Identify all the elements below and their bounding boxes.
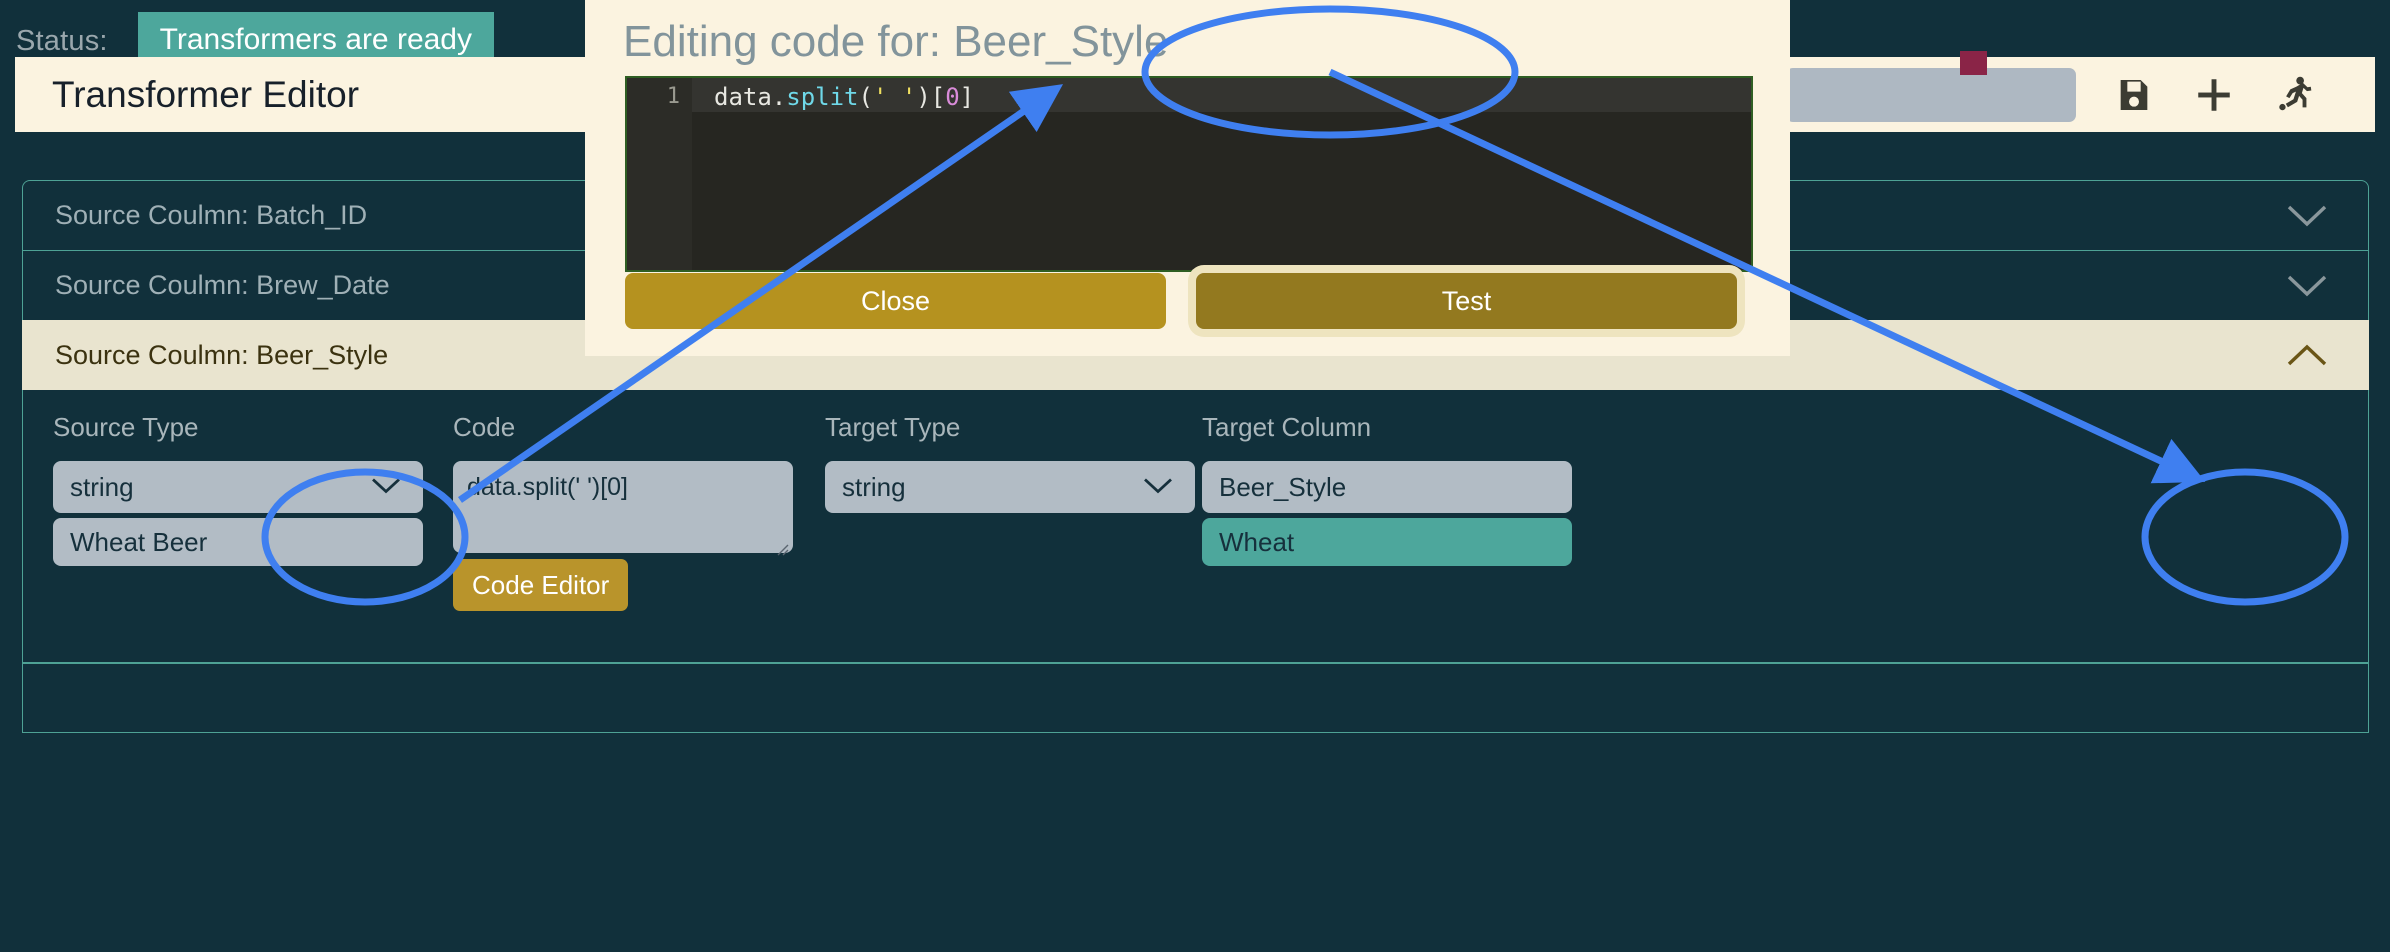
code-token-dot: . [772, 83, 786, 111]
target-column-input[interactable]: Beer_Style [1202, 461, 1572, 513]
close-button[interactable]: Close [625, 273, 1166, 329]
chevron-down-icon [371, 472, 401, 503]
page-title: Transformer Editor [52, 74, 359, 116]
toolbar [1786, 68, 2375, 122]
transformer-name-input[interactable] [1786, 68, 2076, 122]
code-textarea[interactable]: data.split(' ')[0] [453, 461, 793, 553]
chevron-down-icon[interactable] [2286, 203, 2328, 229]
code-column: Code data.split(' ')[0] Code Editor [423, 412, 795, 662]
code-token-index: 0 [945, 83, 959, 111]
source-sample-value: Wheat Beer [53, 518, 423, 566]
accordion-row-label: Source Coulmn: Batch_ID [55, 200, 367, 231]
source-type-column: Source Type string Wheat Beer [23, 412, 423, 662]
code-value: data.split(' ')[0] [467, 473, 628, 501]
target-result-value: Wheat [1202, 518, 1572, 566]
ace-code-editor[interactable]: 1 data.split(' ')[0] [625, 76, 1753, 272]
code-token-function: split [786, 83, 858, 111]
code-token-paren-open: ( [859, 83, 873, 111]
source-type-select[interactable]: string [53, 461, 423, 513]
test-button[interactable]: Test [1196, 273, 1737, 329]
code-token-string: ' ' [873, 83, 916, 111]
target-type-value: string [842, 472, 906, 503]
target-type-label: Target Type [825, 412, 1172, 443]
target-column-column: Target Column Beer_Style Wheat [1172, 412, 1552, 662]
target-column-value: Beer_Style [1219, 472, 1346, 503]
code-editor-button[interactable]: Code Editor [453, 559, 628, 611]
run-icon[interactable] [2268, 69, 2320, 121]
accordion-panel-beer-style: Source Type string Wheat Beer Code data.… [22, 390, 2369, 663]
accordion-row-next[interactable] [22, 663, 2369, 733]
accordion-row-label: Source Coulmn: Beer_Style [55, 340, 388, 371]
editor-code-line: data.split(' ')[0] [714, 83, 974, 111]
code-editor-modal: Editing code for: Beer_Style 1 data.spli… [585, 0, 1790, 356]
code-token-object: data [714, 83, 772, 111]
chevron-down-icon[interactable] [2286, 273, 2328, 299]
code-token-paren-close: ) [916, 83, 930, 111]
line-number: 1 [627, 78, 692, 109]
accordion-row-label: Source Coulmn: Brew_Date [55, 270, 390, 301]
plus-icon[interactable] [2188, 69, 2240, 121]
chevron-up-icon[interactable] [2286, 343, 2328, 369]
code-token-bracket-close: ] [960, 83, 974, 111]
status-badge [1960, 51, 1987, 75]
save-icon[interactable] [2108, 69, 2160, 121]
source-type-value: string [70, 472, 134, 503]
chevron-down-icon [1143, 472, 1173, 503]
app-root: Status: Transformers are ready Transform… [0, 0, 2390, 952]
modal-title: Editing code for: Beer_Style [623, 17, 1168, 67]
status-label: Status: [16, 25, 108, 58]
source-type-label: Source Type [53, 412, 423, 443]
editor-gutter: 1 [627, 78, 692, 270]
resize-handle-icon[interactable] [773, 534, 789, 550]
target-type-select[interactable]: string [825, 461, 1195, 513]
target-column-label: Target Column [1202, 412, 1552, 443]
code-label: Code [453, 412, 795, 443]
code-token-bracket-open: [ [931, 83, 945, 111]
target-type-column: Target Type string [795, 412, 1172, 662]
